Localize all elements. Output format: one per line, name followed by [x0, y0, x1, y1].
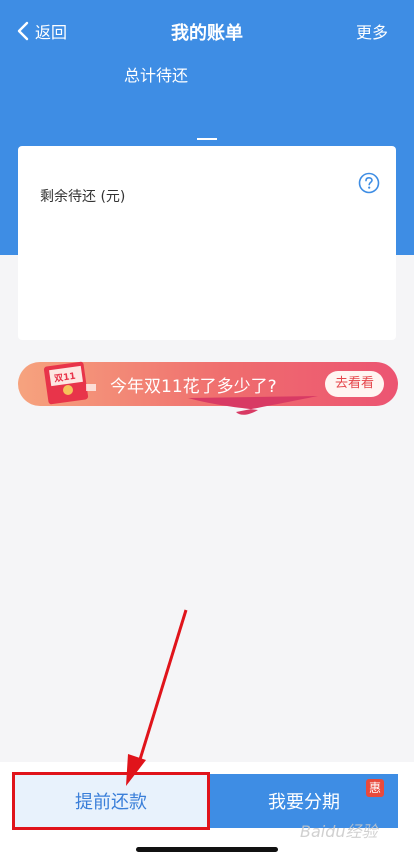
bottom-action-bar: 提前还款 我要分期 惠 [0, 762, 414, 860]
watermark: Baidu经验 [300, 822, 378, 841]
amount-placeholder-indicator [197, 138, 217, 140]
more-button[interactable]: 更多 [356, 19, 388, 43]
discount-badge: 惠 [366, 779, 384, 797]
home-indicator [136, 847, 278, 852]
summary-card: 剩余待还 (元) [18, 146, 396, 340]
promo-swoosh-decoration [188, 396, 318, 415]
page-title: 我的账单 [171, 23, 243, 44]
promo-text: 今年双11花了多少了? [110, 377, 277, 397]
help-icon[interactable] [358, 172, 380, 194]
promo-banner[interactable]: 双11 今年双11花了多少了? 去看看 [18, 361, 398, 415]
red-envelope-icon: 双11 [43, 361, 96, 405]
nav-bar: 返回 我的账单 更多 [0, 0, 414, 60]
prepay-button[interactable]: 提前还款 [12, 772, 210, 830]
total-due-label: 总计待还 [124, 66, 189, 85]
promo-view-button[interactable]: 去看看 [324, 371, 384, 397]
remaining-due-label: 剩余待还 (元) [40, 189, 126, 205]
